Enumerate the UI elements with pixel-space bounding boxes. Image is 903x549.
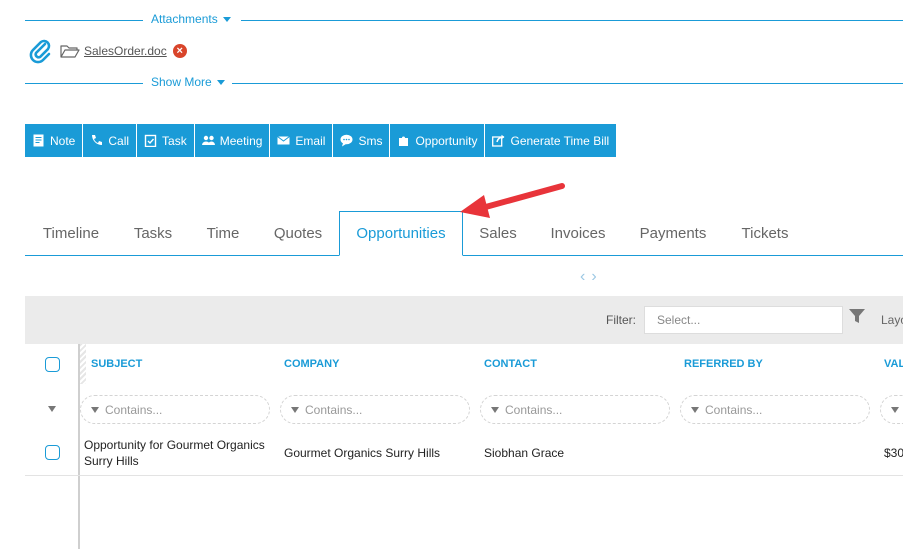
attachment-row: SalesOrder.doc × xyxy=(28,36,187,66)
remove-attachment-icon[interactable]: × xyxy=(172,44,187,58)
task-button[interactable]: Task xyxy=(137,124,195,157)
attachments-toggle[interactable]: Attachments xyxy=(151,12,231,26)
tab-quotes[interactable]: Quotes xyxy=(257,211,339,256)
filter-funnel-icon xyxy=(291,406,299,413)
divider-line-right xyxy=(232,83,903,84)
subject-line-1: Opportunity for Gourmet Organics xyxy=(84,438,265,452)
column-header-subject[interactable]: SUBJECT xyxy=(91,358,142,370)
show-more-label: Show More xyxy=(151,75,212,89)
attachment-file-link[interactable]: SalesOrder.doc xyxy=(84,44,167,58)
note-button-label: Note xyxy=(50,133,76,148)
row-divider xyxy=(25,475,903,476)
chat-bubble-icon xyxy=(340,134,353,147)
tab-label: Timeline xyxy=(42,225,100,242)
column-header-value[interactable]: VAL xyxy=(884,358,903,370)
filter-funnel-icon xyxy=(691,406,699,413)
contact-filter-input[interactable]: Contains... xyxy=(480,395,670,424)
layout-label[interactable]: Layo xyxy=(881,313,903,327)
company-filter-input[interactable]: Contains... xyxy=(280,395,470,424)
value-filter-input[interactable] xyxy=(880,395,903,424)
row-checkbox[interactable] xyxy=(45,445,60,460)
generate-time-bill-button[interactable]: Generate Time Bill xyxy=(485,124,617,157)
opportunities-grid: SUBJECT COMPANY CONTACT REFERRED BY VAL … xyxy=(25,344,903,549)
note-button[interactable]: Note xyxy=(25,124,84,157)
tab-label: Tickets xyxy=(741,225,789,242)
email-button[interactable]: Email xyxy=(270,124,334,157)
email-button-label: Email xyxy=(295,133,326,148)
folder-open-icon xyxy=(60,45,80,58)
cell-value[interactable]: $30 xyxy=(884,445,903,461)
show-more-toggle[interactable]: Show More xyxy=(151,75,225,89)
divider-line-left xyxy=(25,83,143,84)
task-button-label: Task xyxy=(162,133,187,148)
select-all-checkbox[interactable] xyxy=(45,357,60,372)
filter-placeholder: Contains... xyxy=(505,402,563,417)
opportunity-button[interactable]: Opportunity xyxy=(390,124,486,157)
generate-time-bill-label: Generate Time Bill xyxy=(510,133,610,148)
note-icon xyxy=(33,134,44,147)
tab-label: Opportunities xyxy=(356,225,446,242)
divider-line-right xyxy=(241,20,903,21)
filter-row-funnel-icon xyxy=(48,406,56,412)
caret-down-icon xyxy=(222,16,231,22)
column-header-company[interactable]: COMPANY xyxy=(284,358,339,370)
filter-placeholder: Contains... xyxy=(105,402,163,417)
activity-toolbar: Note Call Task Meeting Email Sms Opportu… xyxy=(25,124,617,157)
filter-bar: Filter: Select... Layo xyxy=(25,296,903,344)
funnel-icon[interactable] xyxy=(849,308,865,324)
tab-pager: ‹ › xyxy=(580,268,597,286)
caret-down-icon xyxy=(216,79,225,85)
phone-icon xyxy=(92,135,103,145)
attachments-label: Attachments xyxy=(151,12,218,26)
referred-by-filter-input[interactable]: Contains... xyxy=(680,395,870,424)
tab-label: Invoices xyxy=(550,225,606,242)
tab-payments[interactable]: Payments xyxy=(623,211,723,256)
tab-label: Sales xyxy=(479,225,517,242)
tab-opportunities[interactable]: Opportunities xyxy=(339,211,463,256)
envelope-icon xyxy=(277,136,291,145)
meeting-button[interactable]: Meeting xyxy=(194,124,271,157)
tab-tasks[interactable]: Tasks xyxy=(117,211,189,256)
tab-timeline[interactable]: Timeline xyxy=(25,211,117,256)
call-button-label: Call xyxy=(108,133,130,148)
filter-funnel-icon xyxy=(91,406,99,413)
filter-placeholder: Contains... xyxy=(305,402,363,417)
filter-label: Filter: xyxy=(606,313,636,327)
paperclip-icon xyxy=(29,39,51,64)
puzzle-icon xyxy=(399,136,409,146)
task-check-icon xyxy=(144,134,157,147)
share-icon xyxy=(492,134,505,147)
call-button[interactable]: Call xyxy=(83,124,138,157)
column-header-referred-by[interactable]: REFERRED BY xyxy=(684,358,763,370)
attachments-divider: Attachments xyxy=(25,12,903,28)
tab-label: Quotes xyxy=(273,225,323,242)
subject-filter-input[interactable]: Contains... xyxy=(80,395,270,424)
grid-hatch xyxy=(80,344,86,384)
annotation-arrow-icon xyxy=(460,183,565,218)
cell-contact[interactable]: Siobhan Grace xyxy=(484,445,564,461)
sms-button-label: Sms xyxy=(358,133,383,148)
chevron-right-icon[interactable]: › xyxy=(591,268,596,286)
filter-placeholder: Contains... xyxy=(705,402,763,417)
tab-label: Tasks xyxy=(133,225,173,242)
tab-label: Payments xyxy=(639,225,707,242)
filter-funnel-icon xyxy=(891,406,899,413)
chevron-left-icon[interactable]: ‹ xyxy=(580,268,585,286)
divider-line-left xyxy=(25,20,143,21)
tab-time[interactable]: Time xyxy=(189,211,257,256)
column-header-contact[interactable]: CONTACT xyxy=(484,358,537,370)
meeting-button-label: Meeting xyxy=(219,133,263,148)
filter-funnel-icon xyxy=(491,406,499,413)
opportunity-button-label: Opportunity xyxy=(415,133,478,148)
cell-subject[interactable]: Opportunity for Gourmet Organics Surry H… xyxy=(84,437,274,469)
cell-company[interactable]: Gourmet Organics Surry Hills xyxy=(284,445,440,461)
filter-select[interactable]: Select... xyxy=(644,306,843,334)
show-more-divider: Show More xyxy=(25,75,903,91)
tab-label: Time xyxy=(206,225,240,242)
tab-tickets[interactable]: Tickets xyxy=(723,211,807,256)
people-icon xyxy=(201,135,215,145)
sms-button[interactable]: Sms xyxy=(333,124,391,157)
subject-line-2: Surry Hills xyxy=(84,454,139,468)
